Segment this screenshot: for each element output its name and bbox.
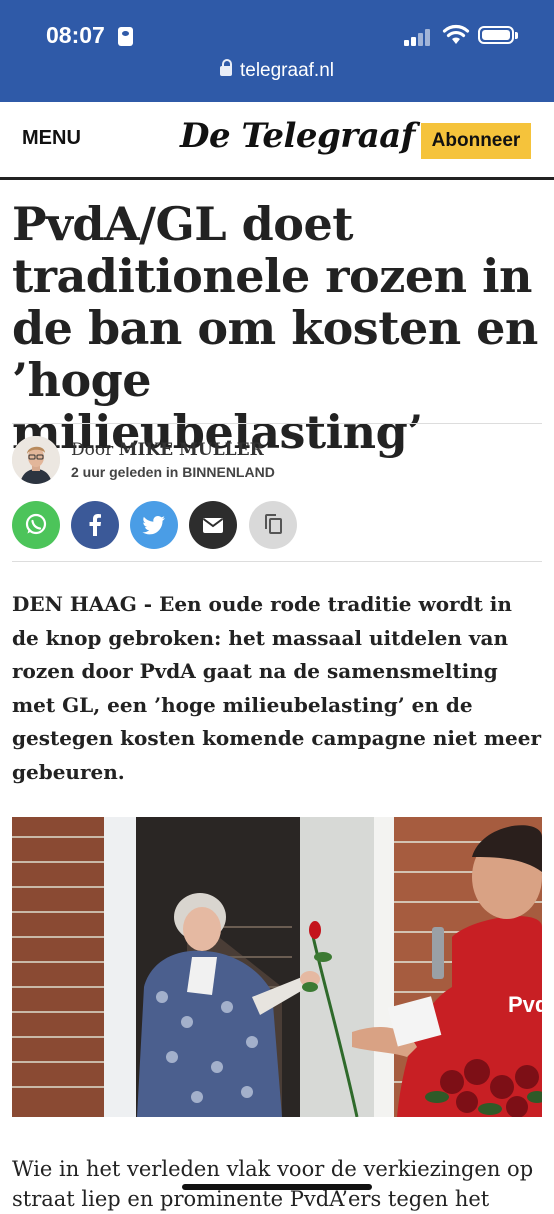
author-avatar[interactable] [12,436,60,484]
signal-icon [404,28,434,46]
twitter-icon [142,516,165,535]
divider [12,561,542,562]
browser-top-bar: 08:07 telegraaf.nl [0,0,554,102]
copy-link-button[interactable] [249,501,297,549]
address-bar[interactable]: telegraaf.nl [0,59,554,82]
share-twitter-button[interactable] [130,501,178,549]
share-mail-button[interactable] [189,501,237,549]
article-lead: DEN HAAG - Een oude rode traditie wordt … [12,592,542,784]
byline-in: in [165,464,179,480]
section-link[interactable]: BINNENLAND [182,464,275,480]
url-text: telegraaf.nl [239,60,334,81]
mail-icon [202,518,224,533]
copy-icon [265,514,282,534]
share-facebook-button[interactable] [71,501,119,549]
pvda-logo: PvdA [508,992,542,1017]
home-indicator[interactable] [182,1184,372,1190]
status-time: 08:07 [46,22,105,48]
author-name[interactable]: MIKE MULLER [119,440,264,460]
site-logo[interactable]: De Telegraaf [180,116,415,156]
divider [12,423,542,424]
battery-icon [478,26,518,44]
lock-icon [219,59,232,76]
wifi-icon [442,24,470,44]
article-photo[interactable]: PvdA [12,817,542,1117]
byline-meta: 2 uur geleden in BINNENLAND [71,464,275,480]
subscribe-button[interactable]: Abonneer [421,123,531,159]
facebook-icon [89,514,101,536]
publish-time: 2 uur geleden [71,464,163,480]
byline-author: Door MIKE MULLER [71,440,264,460]
share-whatsapp-button[interactable] [12,501,60,549]
whatsapp-icon [25,513,47,535]
byline-prefix: Door [71,440,114,460]
id-card-icon [118,27,133,46]
article-headline: PvdA/GL doet traditionele rozen in de ba… [12,197,538,459]
site-header: MENU De Telegraaf Abonneer [0,102,554,180]
menu-button[interactable]: MENU [22,127,81,150]
